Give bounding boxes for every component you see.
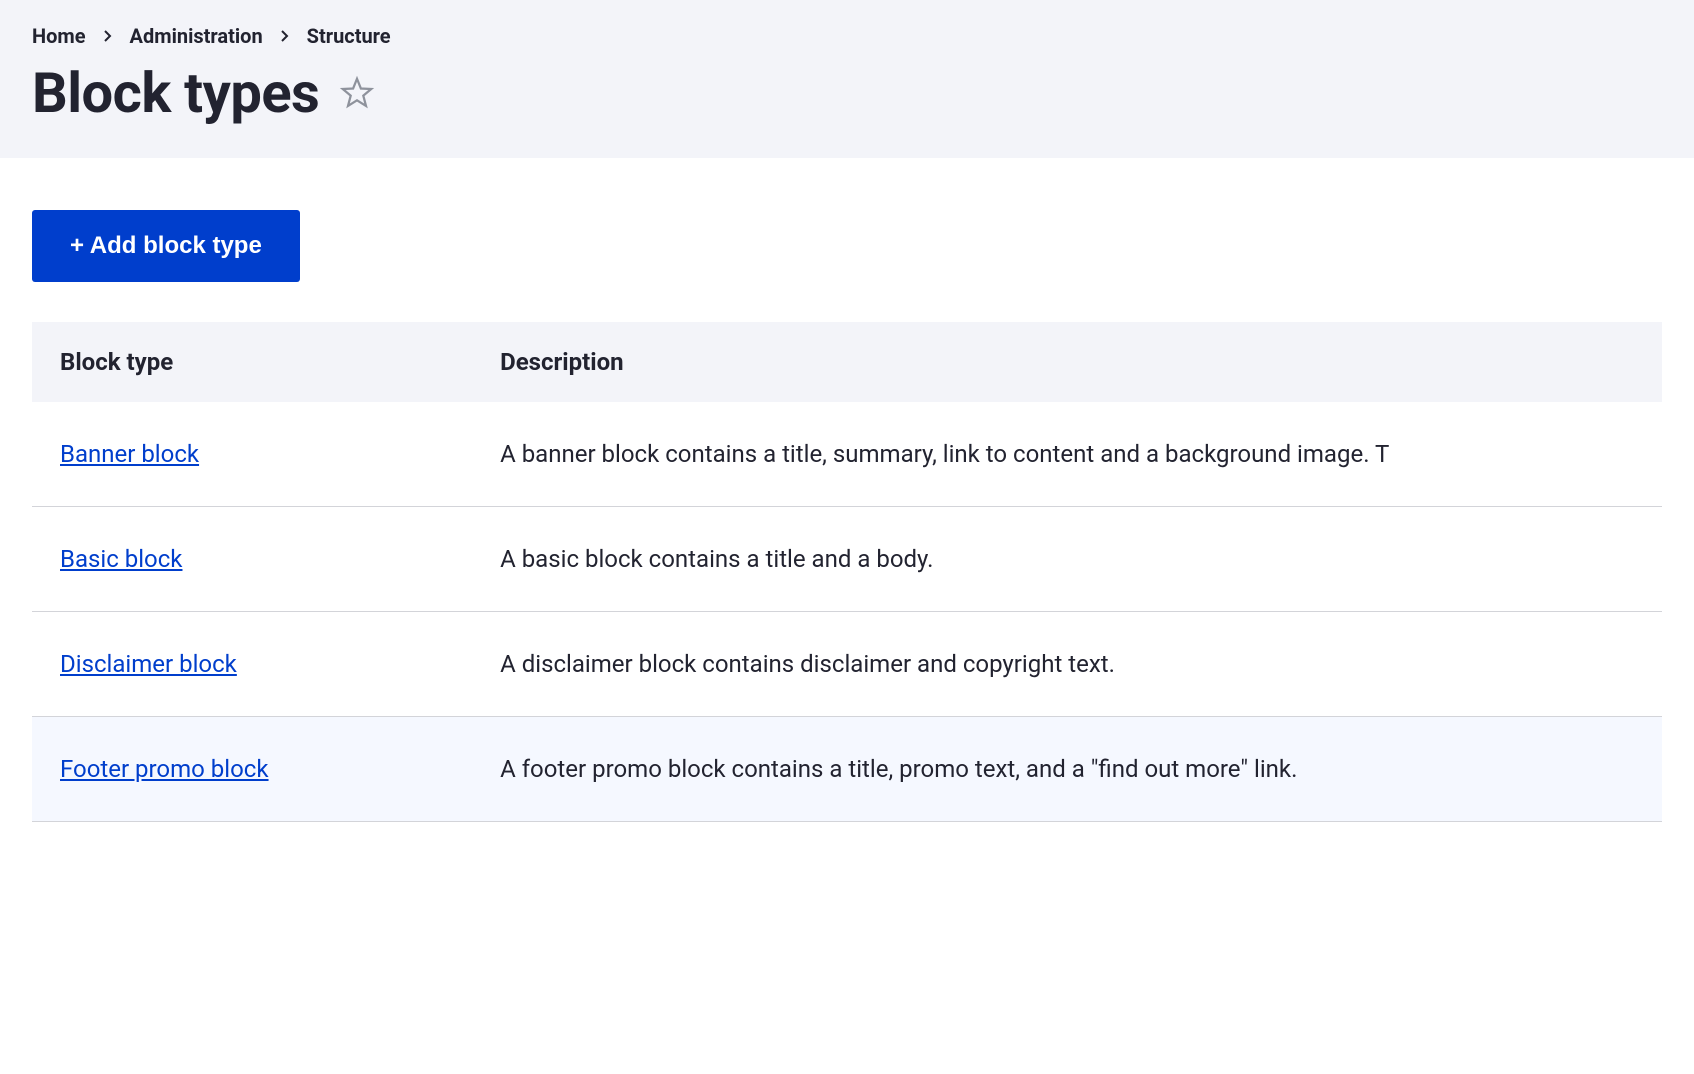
table-row: Banner block A banner block contains a t…	[32, 402, 1662, 507]
add-block-type-button[interactable]: + Add block type	[32, 210, 300, 282]
block-type-link[interactable]: Footer promo block	[60, 755, 269, 783]
breadcrumb-item-administration[interactable]: Administration	[130, 24, 263, 48]
breadcrumb-item-structure[interactable]: Structure	[307, 24, 391, 48]
table-row: Disclaimer block A disclaimer block cont…	[32, 612, 1662, 717]
content-region: + Add block type Block type Description …	[0, 158, 1694, 854]
star-icon[interactable]	[339, 75, 375, 111]
table-row: Footer promo block A footer promo block …	[32, 717, 1662, 822]
chevron-right-icon	[279, 30, 291, 42]
block-types-table: Block type Description Banner block A ba…	[32, 322, 1662, 822]
breadcrumb-item-home[interactable]: Home	[32, 24, 86, 48]
block-type-link[interactable]: Banner block	[60, 440, 199, 468]
page-title: Block types	[32, 60, 319, 126]
block-type-description: A disclaimer block contains disclaimer a…	[472, 612, 1662, 717]
block-type-description: A footer promo block contains a title, p…	[472, 717, 1662, 822]
table-row: Basic block A basic block contains a tit…	[32, 507, 1662, 612]
block-type-link[interactable]: Basic block	[60, 545, 182, 573]
block-type-link[interactable]: Disclaimer block	[60, 650, 237, 678]
column-header-description: Description	[472, 322, 1662, 402]
column-header-type: Block type	[32, 322, 472, 402]
block-type-description: A banner block contains a title, summary…	[472, 402, 1662, 507]
chevron-right-icon	[102, 30, 114, 42]
table-header-row: Block type Description	[32, 322, 1662, 402]
page-title-row: Block types	[32, 60, 1662, 126]
breadcrumb: Home Administration Structure	[32, 24, 1662, 48]
block-type-description: A basic block contains a title and a bod…	[472, 507, 1662, 612]
page-header: Home Administration Structure Block type…	[0, 0, 1694, 158]
